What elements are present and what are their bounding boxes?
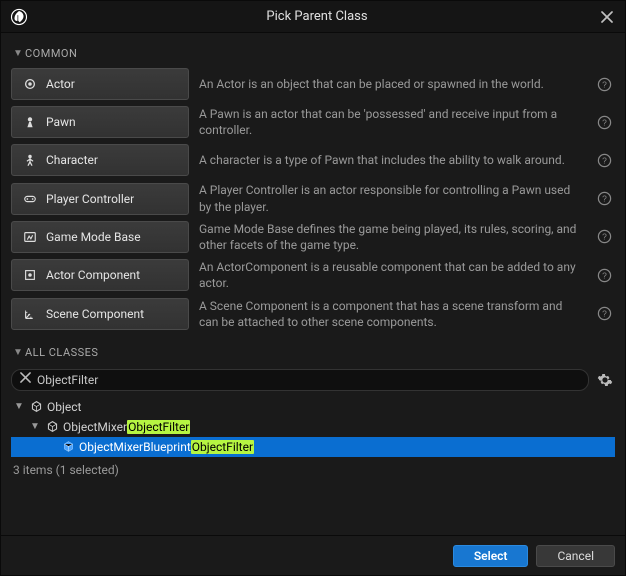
dialog-footer: Select Cancel <box>1 535 625 575</box>
svg-text:?: ? <box>602 117 607 127</box>
clear-search-icon[interactable] <box>20 372 31 387</box>
class-description: An ActorComponent is a reusable componen… <box>199 259 583 291</box>
pawn-icon <box>22 114 38 130</box>
dialog-window: Pick Parent Class ▼ COMMON Actor An Actor… <box>0 0 626 576</box>
tree-label: ObjectMixerObjectFilter <box>63 420 190 434</box>
scene-component-icon <box>22 306 38 322</box>
tree-label: ObjectMixerBlueprintObjectFilter <box>79 440 254 454</box>
tree-item[interactable]: ▼ Object <box>11 397 615 417</box>
status-text: 3 items (1 selected) <box>11 457 615 483</box>
search-input[interactable]: ObjectFilter <box>11 369 589 391</box>
section-header-all-classes[interactable]: ▼ ALL CLASSES <box>11 340 615 365</box>
class-name: Scene Component <box>46 307 144 321</box>
svg-text:?: ? <box>602 193 607 203</box>
class-button[interactable]: Scene Component <box>11 298 189 330</box>
class-button[interactable]: Actor Component <box>11 259 189 291</box>
search-text: ObjectFilter <box>37 373 98 387</box>
section-label: COMMON <box>25 47 77 60</box>
common-class-list: Actor An Actor is an object that can be p… <box>11 66 615 340</box>
blueprint-class-icon <box>61 440 75 454</box>
character-icon <box>22 152 38 168</box>
common-class-row: Player Controller A Player Controller is … <box>11 182 615 214</box>
section-header-common[interactable]: ▼ COMMON <box>11 41 615 66</box>
chevron-down-icon: ▼ <box>13 48 25 59</box>
tree-item[interactable]: ObjectMixerBlueprintObjectFilter <box>11 437 615 457</box>
tree-label: Object <box>47 400 81 414</box>
class-button[interactable]: Character <box>11 144 189 176</box>
player-controller-icon <box>22 191 38 207</box>
help-button[interactable]: ? <box>593 226 615 248</box>
svg-text:?: ? <box>602 155 607 165</box>
class-name: Actor <box>46 77 75 91</box>
common-class-row: Actor An Actor is an object that can be p… <box>11 68 615 100</box>
common-class-row: Scene Component A Scene Component is a co… <box>11 298 615 330</box>
actor-icon <box>22 76 38 92</box>
class-name: Player Controller <box>46 192 134 206</box>
chevron-down-icon: ▼ <box>13 347 25 358</box>
tree-item[interactable]: ▼ ObjectMixerObjectFilter <box>11 417 615 437</box>
class-tree: ▼ Object ▼ ObjectMixerObjectFilter ObjectMix… <box>11 397 615 457</box>
help-button[interactable]: ? <box>593 188 615 210</box>
class-button[interactable]: Actor <box>11 68 189 100</box>
help-button[interactable]: ? <box>593 111 615 133</box>
class-name: Pawn <box>46 115 76 129</box>
class-button[interactable]: Player Controller <box>11 183 189 215</box>
game-mode-icon <box>22 229 38 245</box>
close-button[interactable] <box>597 7 617 27</box>
help-button[interactable]: ? <box>593 149 615 171</box>
class-description: A character is a type of Pawn that inclu… <box>199 152 583 168</box>
class-icon <box>29 400 43 414</box>
help-button[interactable]: ? <box>593 73 615 95</box>
class-description: Game Mode Base defines the game being pl… <box>199 221 583 253</box>
class-description: A Player Controller is an actor responsi… <box>199 182 583 214</box>
common-class-row: Actor Component An ActorComponent is a re… <box>11 259 615 291</box>
help-button[interactable]: ? <box>593 264 615 286</box>
class-button[interactable]: Game Mode Base <box>11 221 189 253</box>
class-name: Character <box>46 153 98 167</box>
settings-button[interactable] <box>595 370 615 390</box>
class-button[interactable]: Pawn <box>11 106 189 138</box>
class-description: A Pawn is an actor that can be 'possesse… <box>199 106 583 138</box>
section-label: ALL CLASSES <box>25 346 98 359</box>
svg-text:?: ? <box>602 270 607 280</box>
class-name: Game Mode Base <box>46 230 141 244</box>
class-name: Actor Component <box>46 268 140 282</box>
dialog-content: ▼ COMMON Actor An Actor is an object that… <box>1 33 625 535</box>
chevron-down-icon[interactable]: ▼ <box>29 421 41 432</box>
svg-text:?: ? <box>602 232 607 242</box>
chevron-down-icon[interactable]: ▼ <box>13 401 25 412</box>
common-class-row: Pawn A Pawn is an actor that can be 'poss… <box>11 106 615 138</box>
svg-text:?: ? <box>602 79 607 89</box>
class-icon <box>45 420 59 434</box>
common-class-row: Character A character is a type of Pawn t… <box>11 144 615 176</box>
common-class-row: Game Mode Base Game Mode Base defines the… <box>11 221 615 253</box>
unreal-logo-icon <box>9 7 29 27</box>
select-button[interactable]: Select <box>453 545 529 567</box>
help-button[interactable]: ? <box>593 303 615 325</box>
svg-text:?: ? <box>602 309 607 319</box>
cancel-button[interactable]: Cancel <box>536 545 615 567</box>
class-description: A Scene Component is a component that ha… <box>199 298 583 330</box>
search-row: ObjectFilter <box>11 369 615 391</box>
dialog-title: Pick Parent Class <box>37 9 597 24</box>
class-description: An Actor is an object that can be placed… <box>199 76 583 92</box>
titlebar: Pick Parent Class <box>1 1 625 33</box>
actor-component-icon <box>22 267 38 283</box>
